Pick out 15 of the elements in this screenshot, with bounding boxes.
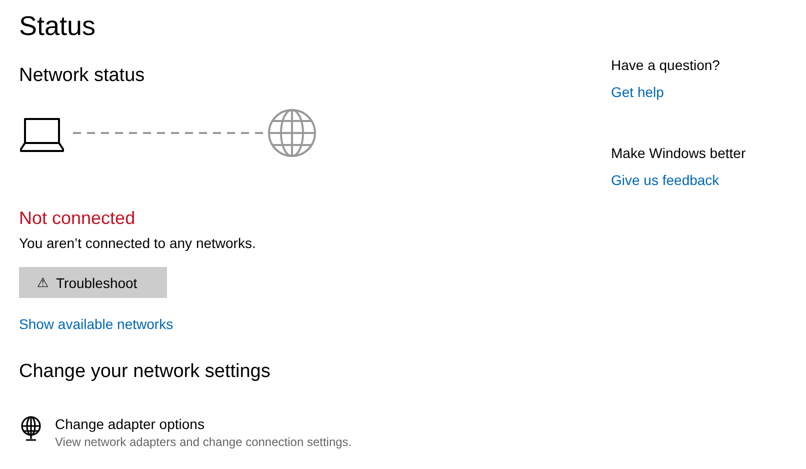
section-heading: Network status xyxy=(19,64,145,88)
sidebar-link[interactable]: Give us feedback xyxy=(611,172,720,188)
item-title[interactable]: Change adapter options xyxy=(55,416,352,432)
globe-monitor-icon xyxy=(19,416,43,442)
troubleshoot-button[interactable]: ⚠ Troubleshoot xyxy=(19,267,167,298)
globe-icon xyxy=(267,108,317,158)
connection-status: Not connected xyxy=(19,208,136,229)
sidebar-question: Have a question? xyxy=(611,57,720,73)
status-message: You aren’t connected to any networks. xyxy=(19,235,256,251)
show-networks-link[interactable]: Show available networks xyxy=(19,316,174,332)
sidebar-question: Make Windows better xyxy=(611,145,746,161)
sidebar-link[interactable]: Get help xyxy=(611,84,664,100)
item-description: View network adapters and change connection settings. xyxy=(55,435,352,449)
page-title: Status xyxy=(19,10,96,42)
section-heading: Change your network settings xyxy=(19,360,270,384)
